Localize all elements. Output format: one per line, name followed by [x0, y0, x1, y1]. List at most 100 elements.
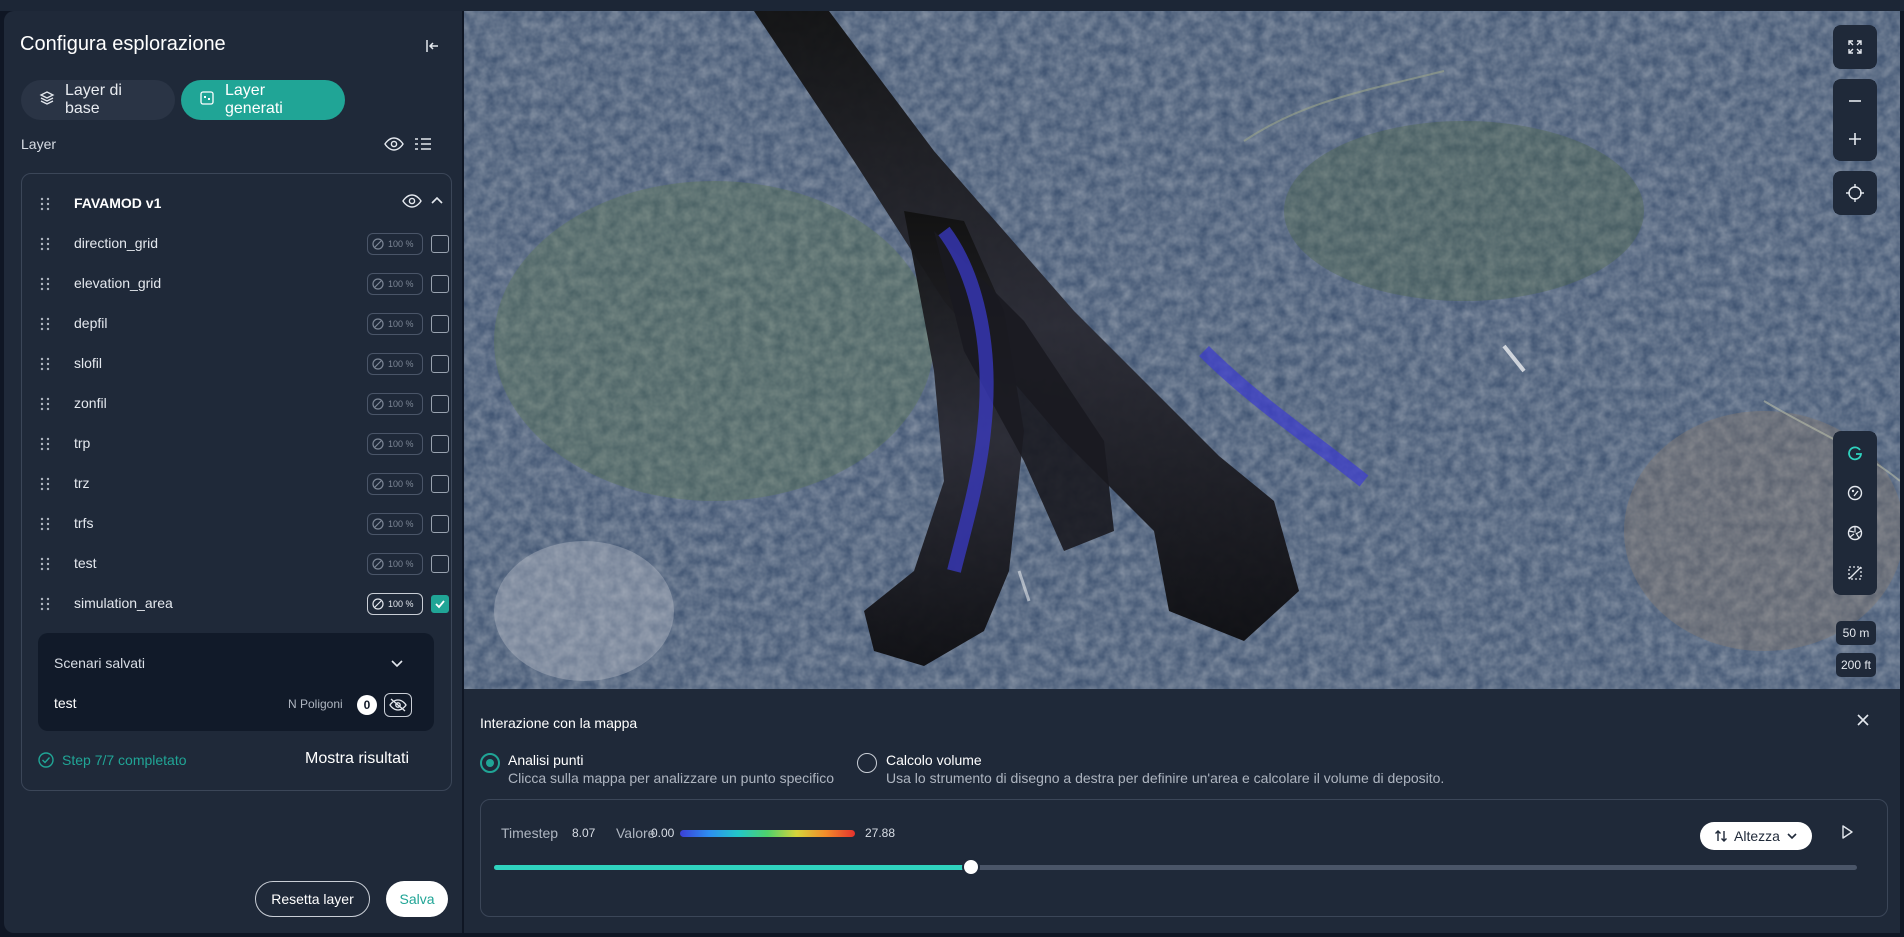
chevron-down-icon[interactable] [389, 655, 405, 676]
scale-feet: 200 ft [1836, 653, 1876, 677]
show-results-link[interactable]: Mostra risultati [305, 750, 409, 768]
option-title[interactable]: Calcolo volume [886, 752, 982, 768]
opacity-control[interactable]: 100 % [367, 593, 423, 615]
layer-checkbox[interactable] [431, 235, 449, 253]
drag-handle-icon[interactable] [38, 350, 52, 378]
tab-layer-generati[interactable]: Layer generati [181, 80, 345, 120]
opacity-control[interactable]: 100 % [367, 353, 423, 375]
save-button[interactable]: Salva [386, 881, 448, 917]
timestep-value: 8.07 [572, 826, 596, 840]
layer-checkbox[interactable] [431, 435, 449, 453]
layer-row[interactable]: trz 100 % [38, 470, 449, 498]
close-icon[interactable] [1856, 713, 1870, 732]
layer-checkbox[interactable] [431, 395, 449, 413]
drag-handle-icon[interactable] [38, 590, 52, 618]
opacity-icon [372, 278, 384, 290]
palette-icon[interactable] [1835, 473, 1875, 513]
layer-row[interactable]: slofil 100 % [38, 350, 449, 378]
eye-icon[interactable] [384, 136, 404, 157]
layer-row[interactable]: elevation_grid 100 % [38, 270, 449, 298]
drag-handle-icon[interactable] [38, 430, 52, 458]
opacity-control[interactable]: 100 % [367, 273, 423, 295]
drag-handle-icon[interactable] [38, 310, 52, 338]
layer-name: trfs [74, 515, 94, 531]
layer-group-header[interactable]: FAVAMOD v1 [38, 190, 443, 218]
layer-checkbox[interactable] [431, 595, 449, 613]
check-circle-icon [38, 752, 54, 768]
drag-handle-icon[interactable] [38, 390, 52, 418]
collapse-sidebar-icon[interactable] [422, 35, 444, 57]
saved-scenarios: Scenari salvati test N Poligoni 0 [38, 633, 434, 731]
aperture-icon[interactable] [1835, 513, 1875, 553]
opacity-value: 100 % [388, 439, 414, 449]
step-status: Step 7/7 completato [38, 752, 187, 768]
tab-label: Layer generati [225, 82, 283, 117]
layer-checkbox[interactable] [431, 555, 449, 573]
timeline: Timestep 8.07 Valore 0.00 27.88 Altezza [480, 799, 1888, 917]
layer-row[interactable]: simulation_area 100 % [38, 590, 449, 618]
drag-handle-icon[interactable] [38, 510, 52, 538]
scale-meters: 50 m [1836, 621, 1876, 645]
layer-name: slofil [74, 355, 103, 371]
drag-handle-icon[interactable] [38, 270, 52, 298]
draw-tools [1833, 431, 1877, 595]
fullscreen-icon[interactable] [1835, 27, 1875, 67]
layer-checkbox[interactable] [431, 475, 449, 493]
radio-calcolo-volume[interactable] [857, 753, 877, 773]
zoom-in-icon[interactable] [1835, 119, 1875, 159]
opacity-icon [372, 558, 384, 570]
sidebar: Configura esplorazione Layer di base Lay… [4, 11, 462, 933]
opacity-control[interactable]: 100 % [367, 433, 423, 455]
layer-row[interactable]: direction_grid 100 % [38, 230, 449, 258]
timeline-track[interactable] [494, 865, 1857, 870]
n-poligoni-count: 0 [357, 695, 377, 715]
opacity-control[interactable]: 100 % [367, 313, 423, 335]
option-title[interactable]: Analisi punti [508, 752, 584, 768]
map-view[interactable] [464, 11, 1900, 689]
opacity-control[interactable]: 100 % [367, 553, 423, 575]
layer-row[interactable]: trp 100 % [38, 430, 449, 458]
timestep-label: Timestep [501, 825, 559, 841]
zoom-out-icon[interactable] [1835, 81, 1875, 121]
drag-handle-icon[interactable] [38, 470, 52, 498]
chevron-down-icon [1787, 833, 1797, 840]
eye-off-icon[interactable] [384, 693, 412, 717]
layer-checkbox[interactable] [431, 275, 449, 293]
layer-name: test [74, 555, 97, 571]
play-icon[interactable] [1839, 824, 1855, 845]
timeline-thumb[interactable] [962, 858, 981, 876]
valore-max: 27.88 [865, 826, 896, 840]
opacity-value: 100 % [388, 359, 414, 369]
radio-analisi-punti[interactable] [480, 753, 500, 773]
step-text: Step 7/7 completato [62, 752, 187, 768]
layer-row[interactable]: trfs 100 % [38, 510, 449, 538]
layer-row[interactable]: zonfil 100 % [38, 390, 449, 418]
list-order-icon[interactable] [414, 136, 432, 157]
opacity-control[interactable]: 100 % [367, 513, 423, 535]
sort-dropdown[interactable]: Altezza [1700, 822, 1812, 850]
layer-checkbox[interactable] [431, 515, 449, 533]
layer-checkbox[interactable] [431, 315, 449, 333]
layer-row[interactable]: depfil 100 % [38, 310, 449, 338]
select-area-icon[interactable] [1835, 553, 1875, 593]
opacity-control[interactable]: 100 % [367, 393, 423, 415]
g-tool-icon[interactable] [1835, 433, 1875, 473]
opacity-control[interactable]: 100 % [367, 473, 423, 495]
timeline-progress [494, 865, 972, 870]
opacity-control[interactable]: 100 % [367, 233, 423, 255]
layer-checkbox[interactable] [431, 355, 449, 373]
drag-handle-icon[interactable] [38, 230, 52, 258]
layers-icon [39, 90, 55, 111]
layer-name: trz [74, 475, 90, 491]
tab-layer-di-base[interactable]: Layer di base [21, 80, 175, 120]
layer-heading: Layer [21, 136, 57, 152]
crosshair-icon[interactable] [1835, 173, 1875, 213]
scenario-name[interactable]: test [54, 695, 77, 711]
layer-row[interactable]: test 100 % [38, 550, 449, 578]
drag-handle-icon[interactable] [38, 550, 52, 578]
drag-handle-icon[interactable] [38, 190, 52, 218]
chevron-up-icon[interactable] [429, 193, 445, 214]
valore-min: 0.00 [651, 826, 675, 840]
eye-icon[interactable] [402, 193, 422, 214]
reset-layer-button[interactable]: Resetta layer [255, 881, 370, 917]
